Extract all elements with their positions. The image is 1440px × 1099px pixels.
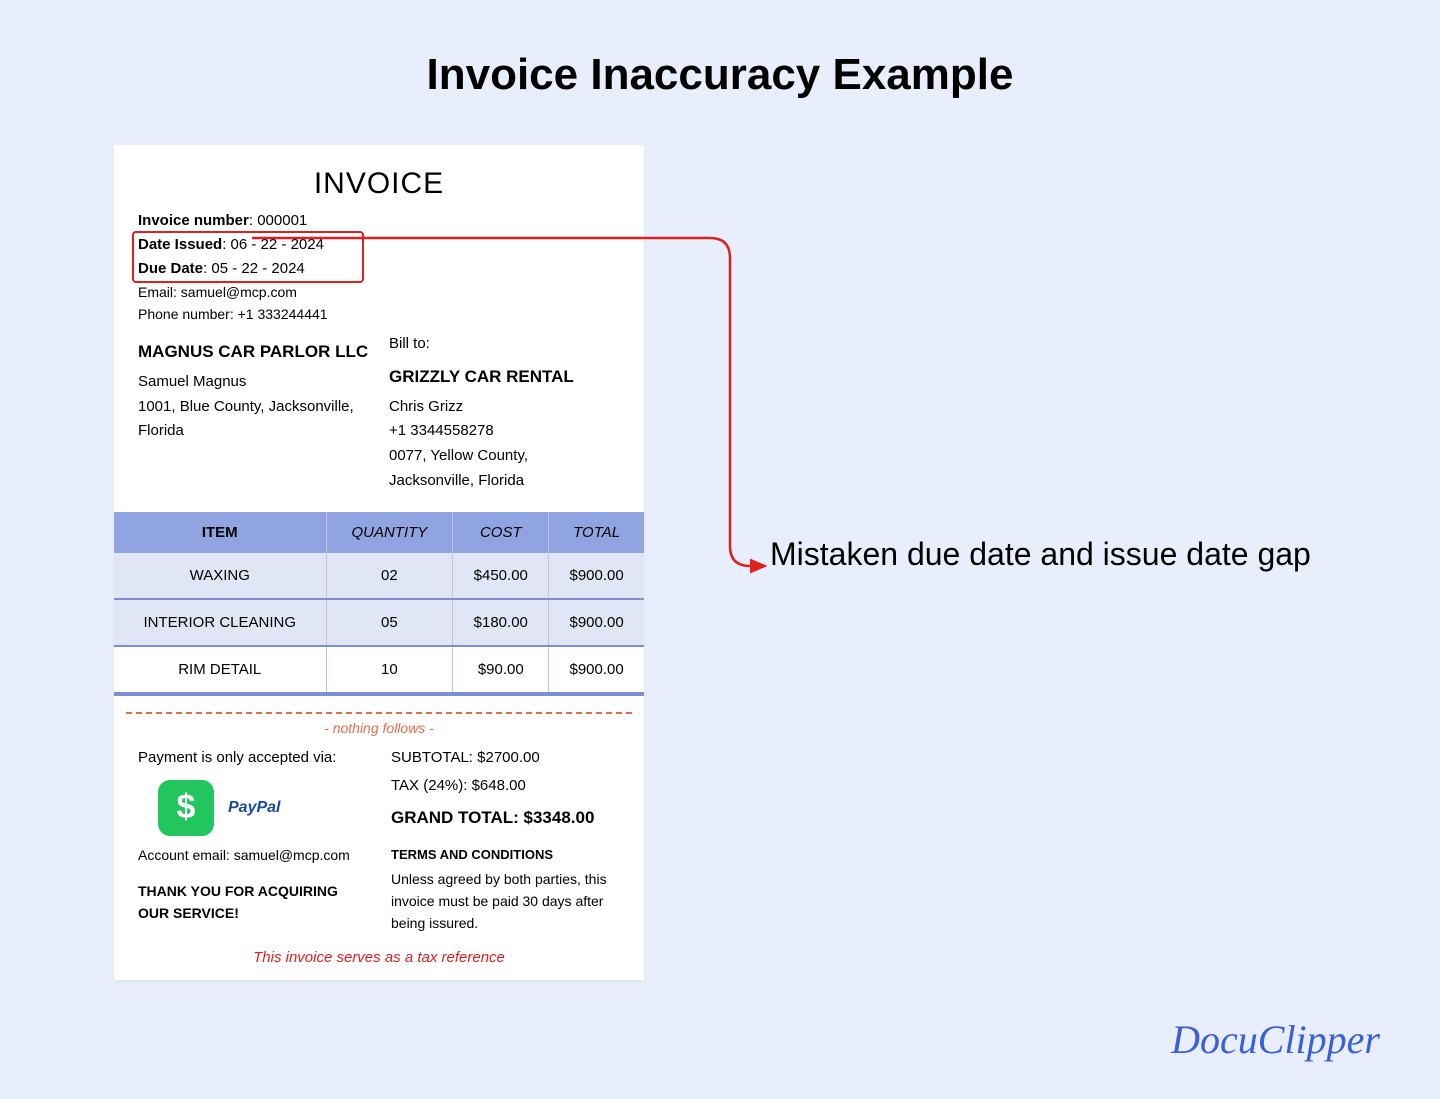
billto-company: GRIZZLY CAR RENTAL (389, 363, 620, 391)
payment-block: Payment is only accepted via: $ PayPal A… (138, 746, 367, 935)
invoice-meta-block: Invoice number: 000001 Date Issued: 06 -… (114, 209, 644, 326)
billto-name: Chris Grizz (389, 395, 620, 420)
billto-address-2: Jacksonville, Florida (389, 469, 620, 494)
phone-label: Phone number (138, 306, 230, 322)
table-header-row: ITEM QUANTITY COST TOTAL (114, 512, 644, 553)
email-value: samuel@mcp.com (181, 284, 297, 300)
cashapp-icon: $ (158, 780, 214, 836)
tax-reference-note: This invoice serves as a tax reference (114, 949, 644, 966)
from-company: MAGNUS CAR PARLOR LLC (138, 338, 369, 366)
docuclipper-logo: DocuClipper (1171, 1016, 1380, 1063)
thank-you-note: THANK YOU FOR ACQUIRING OUR SERVICE! (138, 880, 358, 925)
nothing-follows-note: - nothing follows - (114, 720, 644, 736)
col-quantity: QUANTITY (326, 512, 453, 553)
cell-total: $900.00 (549, 553, 644, 599)
billto-address-1: 0077, Yellow County, (389, 444, 620, 469)
invoice-number-row: Invoice number: 000001 (138, 209, 620, 233)
date-issued-value: 06 - 22 - 2024 (231, 236, 324, 253)
cell-qty: 05 (326, 599, 453, 646)
date-issued-row: Date Issued: 06 - 22 - 2024 (138, 233, 620, 257)
col-cost: COST (453, 512, 549, 553)
payment-label: Payment is only accepted via: (138, 746, 367, 770)
billto-label: Bill to: (389, 332, 620, 357)
page-title: Invoice Inaccuracy Example (0, 50, 1440, 100)
col-item: ITEM (114, 512, 326, 553)
billto-block: Bill to: GRIZZLY CAR RENTAL Chris Grizz … (389, 332, 620, 494)
terms-header: TERMS AND CONDITIONS (391, 845, 620, 866)
phone-row: Phone number: +1 333244441 (138, 303, 620, 325)
cell-total: $900.00 (549, 599, 644, 646)
terms-body: Unless agreed by both parties, this invo… (391, 868, 611, 935)
invoice-number-value: 000001 (257, 212, 307, 229)
from-block: MAGNUS CAR PARLOR LLC Samuel Magnus 1001… (138, 332, 369, 494)
col-total: TOTAL (549, 512, 644, 553)
email-label: Email (138, 284, 173, 300)
invoice-number-label: Invoice number (138, 212, 249, 229)
from-address-1: 1001, Blue County, Jacksonville, (138, 395, 369, 420)
email-row: Email: samuel@mcp.com (138, 281, 620, 303)
table-row: WAXING 02 $450.00 $900.00 (114, 553, 644, 599)
due-date-value: 05 - 22 - 2024 (211, 260, 304, 277)
invoice-header: INVOICE (114, 167, 644, 201)
from-address-2: Florida (138, 419, 369, 444)
table-row: RIM DETAIL 10 $90.00 $900.00 (114, 646, 644, 694)
line-item-table: ITEM QUANTITY COST TOTAL WAXING 02 $450.… (114, 512, 644, 696)
cell-cost: $450.00 (453, 553, 549, 599)
cell-cost: $90.00 (453, 646, 549, 694)
date-issued-label: Date Issued (138, 236, 222, 253)
divider-dashed (126, 712, 632, 714)
cell-total: $900.00 (549, 646, 644, 694)
phone-value: +1 333244441 (238, 306, 328, 322)
tax-row: TAX (24%): $648.00 (391, 774, 620, 798)
invoice-document: INVOICE Invoice number: 000001 Date Issu… (114, 145, 644, 980)
due-date-label: Due Date (138, 260, 203, 277)
billto-phone: +1 3344558278 (389, 419, 620, 444)
paypal-icon: PayPal (228, 795, 280, 821)
totals-block: SUBTOTAL: $2700.00 TAX (24%): $648.00 GR… (391, 746, 620, 935)
subtotal-row: SUBTOTAL: $2700.00 (391, 746, 620, 770)
cell-qty: 10 (326, 646, 453, 694)
annotation-callout: Mistaken due date and issue date gap (770, 530, 1311, 578)
cell-item: WAXING (114, 553, 326, 599)
from-name: Samuel Magnus (138, 370, 369, 395)
cell-qty: 02 (326, 553, 453, 599)
table-row: INTERIOR CLEANING 05 $180.00 $900.00 (114, 599, 644, 646)
cell-item: RIM DETAIL (114, 646, 326, 694)
grand-total-row: GRAND TOTAL: $3348.00 (391, 804, 620, 831)
cell-cost: $180.00 (453, 599, 549, 646)
account-email: Account email: samuel@mcp.com (138, 844, 367, 866)
cell-item: INTERIOR CLEANING (114, 599, 326, 646)
due-date-row: Due Date: 05 - 22 - 2024 (138, 257, 620, 281)
